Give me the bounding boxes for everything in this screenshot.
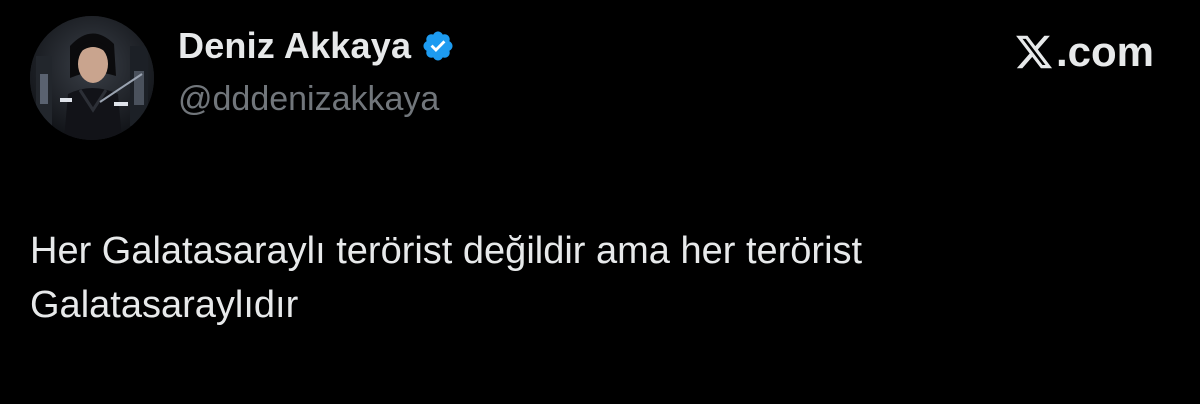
user-handle[interactable]: @dddenizakkaya (178, 80, 455, 119)
author-block: Deniz Akkaya @dddenizakkaya (178, 22, 455, 119)
tweet-text-line: Galatasaraylıdır (30, 284, 299, 326)
tweet-card: Deniz Akkaya @dddenizakkaya .com Her Gal… (0, 0, 1200, 404)
avatar[interactable] (30, 16, 154, 140)
display-name[interactable]: Deniz Akkaya (178, 25, 411, 67)
verified-badge-icon (421, 29, 455, 63)
x-logo-icon (1014, 32, 1054, 72)
brand-watermark: .com (1014, 26, 1154, 78)
brand-domain-text: .com (1055, 28, 1154, 75)
avatar-photo (30, 16, 154, 140)
name-row: Deniz Akkaya (178, 22, 455, 70)
tweet-text: Her Galatasaraylı terörist değildir ama … (30, 224, 1170, 332)
tweet-text-line: Her Galatasaraylı terörist değildir ama … (30, 230, 863, 272)
